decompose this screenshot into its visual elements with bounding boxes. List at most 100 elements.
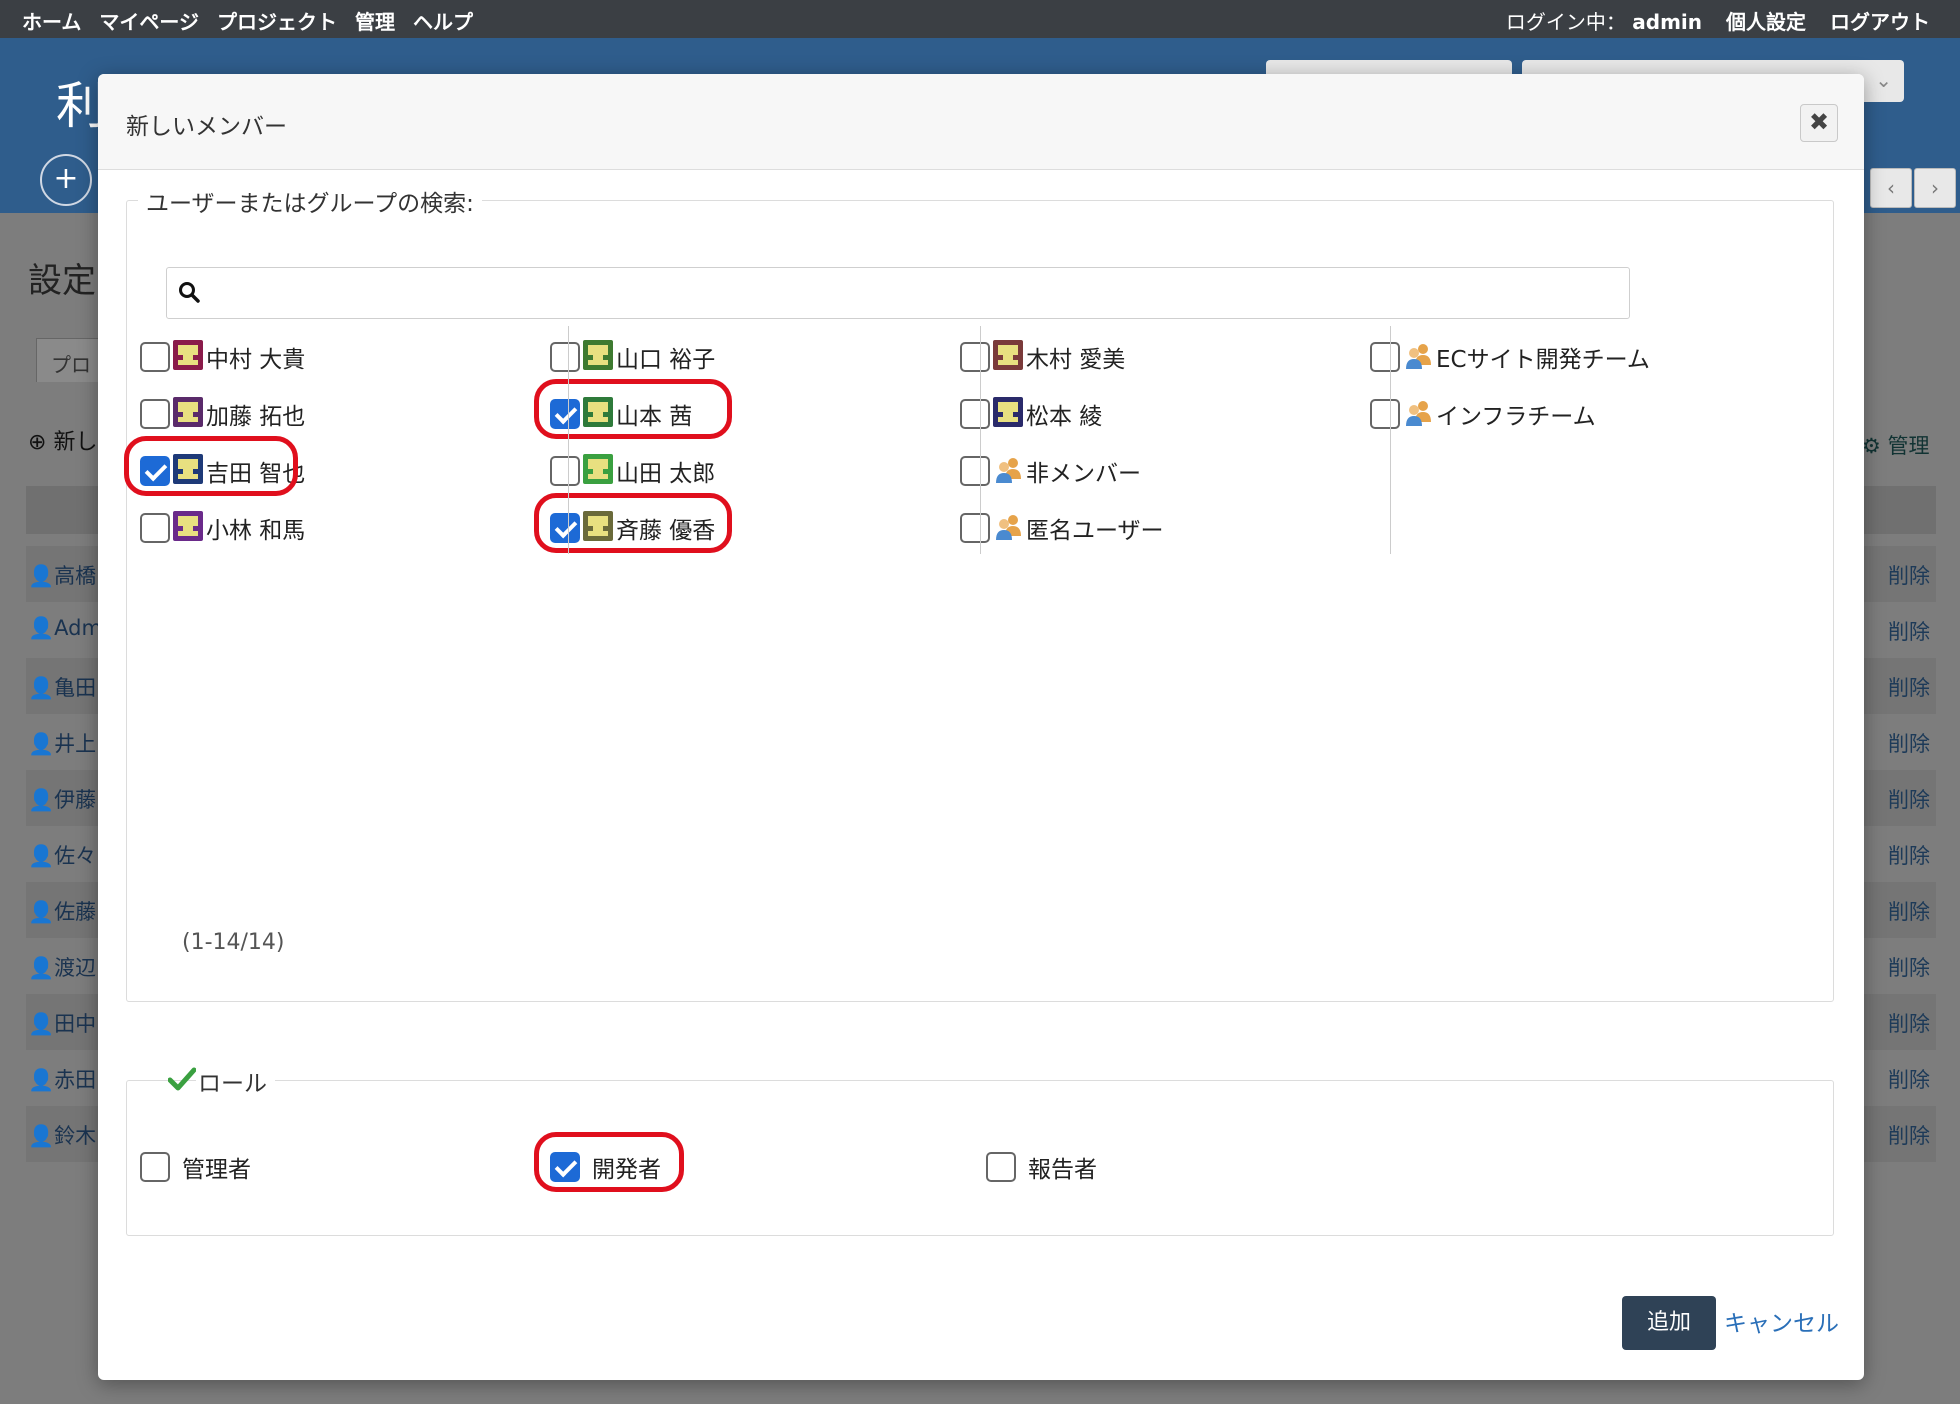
principal-checkbox[interactable] bbox=[550, 456, 580, 486]
principal-checkbox[interactable] bbox=[960, 456, 990, 486]
principal-checkbox[interactable] bbox=[140, 342, 170, 372]
role-name[interactable]: 管理者 bbox=[182, 1150, 251, 1184]
member-name[interactable]: 👤田中 bbox=[28, 1008, 96, 1038]
user-avatar-icon bbox=[993, 397, 1023, 427]
dialog-title: 新しいメンバー bbox=[126, 114, 287, 140]
add-button[interactable]: 追加 bbox=[1622, 1296, 1716, 1350]
delete-link[interactable]: 削除 bbox=[1888, 728, 1930, 758]
member-name[interactable]: 👤赤田 bbox=[28, 1064, 96, 1094]
menu-my-page[interactable]: マイページ bbox=[99, 6, 199, 35]
menu-home[interactable]: ホーム bbox=[22, 6, 81, 35]
delete-link[interactable]: 削除 bbox=[1888, 616, 1930, 646]
member-name[interactable]: 👤高橋 bbox=[28, 560, 96, 590]
roles-fieldset bbox=[126, 1080, 1834, 1236]
role-checkbox[interactable] bbox=[986, 1152, 1016, 1182]
new-object-button[interactable]: + bbox=[40, 154, 92, 206]
role-checkbox[interactable] bbox=[140, 1152, 170, 1182]
highlight-annotation bbox=[534, 493, 732, 553]
tabs-scroll-left-button[interactable]: ‹ bbox=[1870, 168, 1912, 208]
new-member-link[interactable]: ⊕ 新し bbox=[28, 424, 97, 456]
menu-projects[interactable]: プロジェクト bbox=[217, 6, 337, 35]
member-name[interactable]: 👤佐藤 bbox=[28, 896, 96, 926]
pagination-count: (1-14/14) bbox=[182, 930, 285, 955]
close-icon[interactable]: ✖ bbox=[1800, 104, 1838, 142]
group-icon bbox=[1404, 341, 1434, 371]
user-avatar-icon bbox=[993, 340, 1023, 370]
principal-checkbox[interactable] bbox=[960, 342, 990, 372]
page-title: 設定 bbox=[28, 261, 96, 301]
group-icon bbox=[994, 512, 1024, 542]
member-name[interactable]: 👤鈴木 bbox=[28, 1120, 96, 1150]
delete-link[interactable]: 削除 bbox=[1888, 1064, 1930, 1094]
column-divider bbox=[980, 326, 981, 554]
column-divider bbox=[568, 326, 569, 554]
member-name[interactable]: 👤渡辺 bbox=[28, 952, 96, 982]
delete-link[interactable]: 削除 bbox=[1888, 896, 1930, 926]
cancel-link[interactable]: キャンセル bbox=[1724, 1304, 1839, 1338]
highlight-annotation bbox=[534, 1132, 684, 1192]
delete-link[interactable]: 削除 bbox=[1888, 952, 1930, 982]
top-menu-right: ログイン中： admin 個人設定 ログアウト bbox=[1506, 6, 1930, 35]
logged-in-label: ログイン中： bbox=[1505, 10, 1626, 34]
member-name[interactable]: 👤佐々 bbox=[28, 840, 96, 870]
group-icon bbox=[994, 455, 1024, 485]
principal-name[interactable]: 加藤 拓也 bbox=[206, 397, 305, 431]
user-avatar-icon bbox=[173, 511, 203, 541]
user-avatar-icon bbox=[173, 397, 203, 427]
member-name[interactable]: 👤伊藤 bbox=[28, 784, 96, 814]
column-divider bbox=[1390, 326, 1391, 554]
delete-link[interactable]: 削除 bbox=[1888, 1008, 1930, 1038]
principal-checkbox[interactable] bbox=[140, 513, 170, 543]
chevron-down-icon: ⌄ bbox=[1875, 68, 1892, 92]
highlight-annotation bbox=[124, 436, 298, 496]
principal-search-input[interactable] bbox=[166, 267, 1630, 319]
principal-name[interactable]: 匿名ユーザー bbox=[1026, 511, 1164, 545]
member-name[interactable]: 👤亀田 bbox=[28, 672, 96, 702]
principal-checkbox[interactable] bbox=[960, 513, 990, 543]
new-member-label: 新し bbox=[53, 430, 98, 455]
manage-label: 管理 bbox=[1887, 434, 1930, 458]
delete-link[interactable]: 削除 bbox=[1888, 672, 1930, 702]
principal-name[interactable]: 山口 裕子 bbox=[616, 340, 715, 374]
top-menu-bar: ホーム マイページ プロジェクト 管理 ヘルプ ログイン中： admin 個人設… bbox=[0, 0, 1960, 38]
delete-link[interactable]: 削除 bbox=[1888, 1120, 1930, 1150]
menu-help[interactable]: ヘルプ bbox=[413, 6, 473, 35]
logged-in-as: ログイン中： admin bbox=[1506, 6, 1702, 35]
search-icon bbox=[179, 282, 200, 303]
user-avatar-icon bbox=[583, 454, 613, 484]
manage-link[interactable]: ⚙ 管理 bbox=[1862, 430, 1930, 460]
role-name[interactable]: 報告者 bbox=[1028, 1150, 1097, 1184]
member-name[interactable]: 👤井上 bbox=[28, 728, 96, 758]
tabs-scroll-right-button[interactable]: › bbox=[1914, 168, 1956, 208]
principal-name[interactable]: ECサイト開発チーム bbox=[1436, 340, 1650, 374]
group-icon bbox=[1404, 398, 1434, 428]
delete-link[interactable]: 削除 bbox=[1888, 840, 1930, 870]
check-icon bbox=[168, 1067, 196, 1091]
logged-in-user[interactable]: admin bbox=[1632, 10, 1702, 34]
principal-checkbox[interactable] bbox=[550, 342, 580, 372]
delete-link[interactable]: 削除 bbox=[1888, 560, 1930, 590]
principal-checkbox[interactable] bbox=[1370, 399, 1400, 429]
delete-link[interactable]: 削除 bbox=[1888, 784, 1930, 814]
principal-name[interactable]: 非メンバー bbox=[1026, 454, 1141, 488]
principal-name[interactable]: インフラチーム bbox=[1436, 397, 1596, 431]
menu-my-account[interactable]: 個人設定 bbox=[1726, 6, 1806, 35]
highlight-annotation bbox=[534, 379, 732, 439]
member-name[interactable]: 👤Adm bbox=[28, 616, 102, 641]
roles-legend: ロール bbox=[196, 1064, 275, 1098]
principal-name[interactable]: 小林 和馬 bbox=[206, 511, 305, 545]
principal-checkbox[interactable] bbox=[1370, 342, 1400, 372]
tab-project[interactable]: プロ bbox=[36, 338, 106, 382]
menu-sign-out[interactable]: ログアウト bbox=[1830, 6, 1930, 35]
principal-name[interactable]: 山田 太郎 bbox=[616, 454, 715, 488]
user-avatar-icon bbox=[173, 340, 203, 370]
principal-name[interactable]: 中村 大貴 bbox=[206, 340, 305, 374]
principal-checkbox[interactable] bbox=[960, 399, 990, 429]
principal-name[interactable]: 松本 綾 bbox=[1026, 397, 1102, 431]
user-avatar-icon bbox=[583, 340, 613, 370]
principal-checkbox[interactable] bbox=[140, 399, 170, 429]
new-member-dialog: 新しいメンバー ✖ ユーザーまたはグループの検索: 中村 大貴 加藤 拓也 吉田 智… bbox=[98, 74, 1864, 1380]
dialog-header: 新しいメンバー ✖ bbox=[98, 74, 1864, 170]
menu-administration[interactable]: 管理 bbox=[355, 6, 395, 35]
principal-name[interactable]: 木村 愛美 bbox=[1026, 340, 1125, 374]
